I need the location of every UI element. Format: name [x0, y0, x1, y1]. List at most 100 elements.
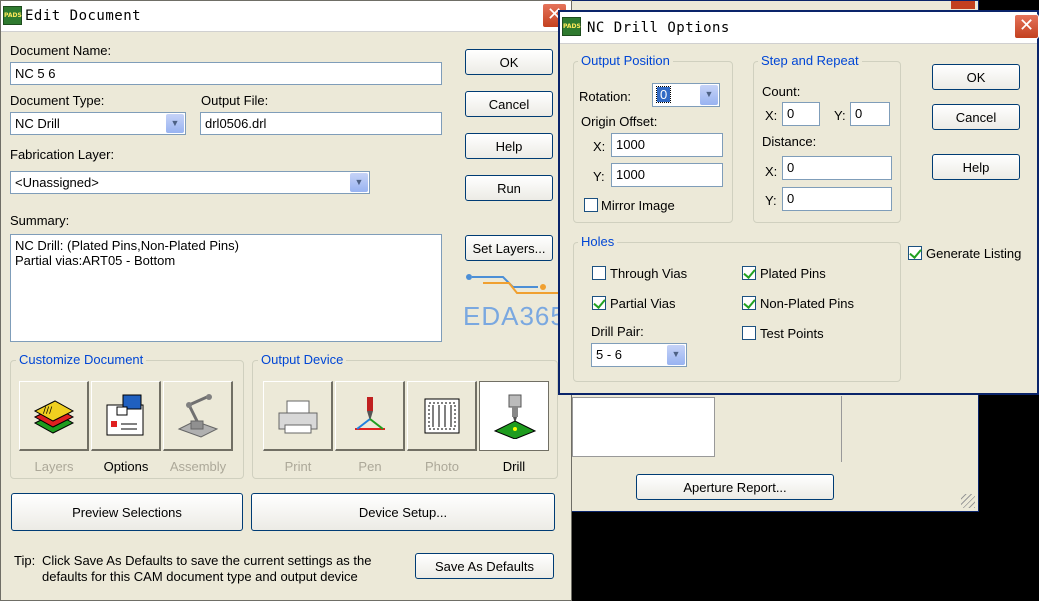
- drill-pair-label: Drill Pair:: [591, 324, 644, 339]
- document-name-label: Document Name:: [10, 43, 112, 58]
- save-as-defaults-button[interactable]: Save As Defaults: [415, 553, 554, 579]
- fabrication-layer-select[interactable]: <Unassigned> ▼: [10, 171, 370, 194]
- options-tile-button[interactable]: [91, 381, 161, 451]
- summary-line: NC Drill: (Plated Pins,Non-Plated Pins): [15, 238, 239, 253]
- origin-y-label: Y:: [593, 169, 605, 184]
- document-type-value: NC Drill: [15, 116, 60, 131]
- eda365-watermark-logo: [466, 274, 558, 294]
- pads-app-icon: PADS: [562, 17, 581, 36]
- drill-tile-button[interactable]: [479, 381, 549, 451]
- preview-selections-button[interactable]: Preview Selections: [11, 493, 243, 531]
- nc-ok-button[interactable]: OK: [932, 64, 1020, 90]
- drill-pair-select[interactable]: 5 - 6 ▼: [591, 343, 687, 367]
- holes-title: Holes: [578, 234, 618, 249]
- tip-line-2: defaults for this CAM document type and …: [42, 569, 358, 584]
- cancel-button[interactable]: Cancel: [465, 91, 553, 117]
- summary-label: Summary:: [10, 213, 70, 228]
- options-tile-label: Options: [103, 459, 149, 474]
- chevron-down-icon[interactable]: ▼: [667, 345, 685, 365]
- tip-line-1: Click Save As Defaults to save the curre…: [42, 553, 372, 568]
- nc-drill-options-dialog: PADS NC Drill Options ✕ Output Position …: [558, 10, 1039, 395]
- fabrication-layer-label: Fabrication Layer:: [10, 147, 115, 162]
- document-type-label: Document Type:: [10, 93, 105, 108]
- document-type-select[interactable]: NC Drill ▼: [10, 112, 186, 135]
- test-points-checkbox[interactable]: [742, 326, 756, 340]
- non-plated-pins-checkbox[interactable]: [742, 296, 756, 310]
- edit-document-dialog: PADS Edit Document ✕ Document Name: NC 5…: [0, 0, 572, 601]
- summary-textarea[interactable]: NC Drill: (Plated Pins,Non-Plated Pins) …: [10, 234, 442, 342]
- chevron-down-icon[interactable]: ▼: [166, 114, 184, 133]
- test-points-label[interactable]: Test Points: [760, 326, 824, 341]
- nc-drill-title: NC Drill Options: [587, 20, 730, 36]
- chevron-down-icon[interactable]: ▼: [700, 85, 718, 105]
- generate-listing-checkbox[interactable]: [908, 246, 922, 260]
- fabrication-layer-value: <Unassigned>: [15, 175, 99, 190]
- rotation-value: 0: [655, 86, 672, 103]
- background-window-close-icon[interactable]: [951, 1, 975, 9]
- pads-app-icon: PADS: [3, 6, 22, 25]
- layers-tile-label: Layers: [34, 459, 74, 474]
- partial-vias-checkbox[interactable]: [592, 296, 606, 310]
- count-x-label: X:: [765, 108, 778, 123]
- drill-icon: [493, 394, 537, 439]
- svg-text:///: ///: [43, 406, 53, 416]
- output-position-title: Output Position: [578, 53, 673, 68]
- rotation-select[interactable]: 0 ▼: [652, 83, 720, 107]
- mirror-image-label[interactable]: Mirror Image: [601, 198, 675, 213]
- assembly-icon: [177, 394, 219, 438]
- origin-x-field[interactable]: 1000: [611, 133, 723, 157]
- assembly-tile-button[interactable]: [163, 381, 233, 451]
- chevron-down-icon[interactable]: ▼: [350, 173, 368, 192]
- run-button[interactable]: Run: [465, 175, 553, 201]
- mirror-image-checkbox[interactable]: [584, 198, 598, 212]
- distance-x-label: X:: [765, 164, 778, 179]
- plated-pins-checkbox[interactable]: [742, 266, 756, 280]
- layers-icon: ///: [33, 400, 75, 434]
- distance-y-field[interactable]: 0: [782, 187, 892, 211]
- through-vias-label[interactable]: Through Vias: [610, 266, 687, 281]
- aperture-report-button[interactable]: Aperture Report...: [636, 474, 834, 500]
- nc-drill-titlebar[interactable]: PADS NC Drill Options: [560, 12, 1037, 44]
- distance-y-label: Y:: [765, 193, 777, 208]
- edit-document-title: Edit Document: [25, 8, 142, 24]
- count-y-field[interactable]: 0: [850, 102, 890, 126]
- origin-y-field[interactable]: 1000: [611, 163, 723, 187]
- generate-listing-label[interactable]: Generate Listing: [926, 246, 1021, 261]
- pen-tile-label: Pen: [358, 459, 382, 474]
- printer-icon: [278, 400, 318, 434]
- count-x-field[interactable]: 0: [782, 102, 820, 126]
- partial-vias-label[interactable]: Partial Vias: [610, 296, 676, 311]
- document-name-field[interactable]: NC 5 6: [10, 62, 442, 85]
- origin-offset-label: Origin Offset:: [581, 114, 658, 129]
- tip-label: Tip:: [14, 553, 36, 568]
- rotation-label: Rotation:: [579, 89, 632, 104]
- count-label: Count:: [762, 84, 801, 99]
- origin-x-label: X:: [593, 139, 606, 154]
- watermark-text: EDA365: [463, 301, 566, 331]
- photo-tile-button[interactable]: [407, 381, 477, 451]
- help-button[interactable]: Help: [465, 133, 553, 159]
- ok-button[interactable]: OK: [465, 49, 553, 75]
- non-plated-pins-label[interactable]: Non-Plated Pins: [760, 296, 854, 311]
- layers-tile-button[interactable]: ///: [19, 381, 89, 451]
- device-setup-button[interactable]: Device Setup...: [251, 493, 555, 531]
- through-vias-checkbox[interactable]: [592, 266, 606, 280]
- nc-help-button[interactable]: Help: [932, 154, 1020, 180]
- nc-cancel-button[interactable]: Cancel: [932, 104, 1020, 130]
- summary-line: Partial vias:ART05 - Bottom: [15, 253, 176, 268]
- set-layers-button[interactable]: Set Layers...: [465, 235, 553, 261]
- plated-pins-label[interactable]: Plated Pins: [760, 266, 826, 281]
- print-tile-button[interactable]: [263, 381, 333, 451]
- output-file-field[interactable]: drl0506.drl: [200, 112, 442, 135]
- pen-plotter-icon: [355, 397, 385, 430]
- step-repeat-title: Step and Repeat: [758, 53, 862, 68]
- edit-document-titlebar[interactable]: PADS Edit Document: [1, 1, 571, 32]
- pen-tile-button[interactable]: [335, 381, 405, 451]
- resize-grip-icon[interactable]: [961, 494, 975, 508]
- drill-pair-value: 5 - 6: [596, 347, 623, 362]
- assembly-tile-label: Assembly: [169, 459, 227, 474]
- customize-document-title: Customize Document: [16, 352, 147, 367]
- distance-x-field[interactable]: 0: [782, 156, 892, 180]
- distance-label: Distance:: [762, 134, 817, 149]
- nc-drill-close-icon[interactable]: ✕: [1014, 14, 1039, 39]
